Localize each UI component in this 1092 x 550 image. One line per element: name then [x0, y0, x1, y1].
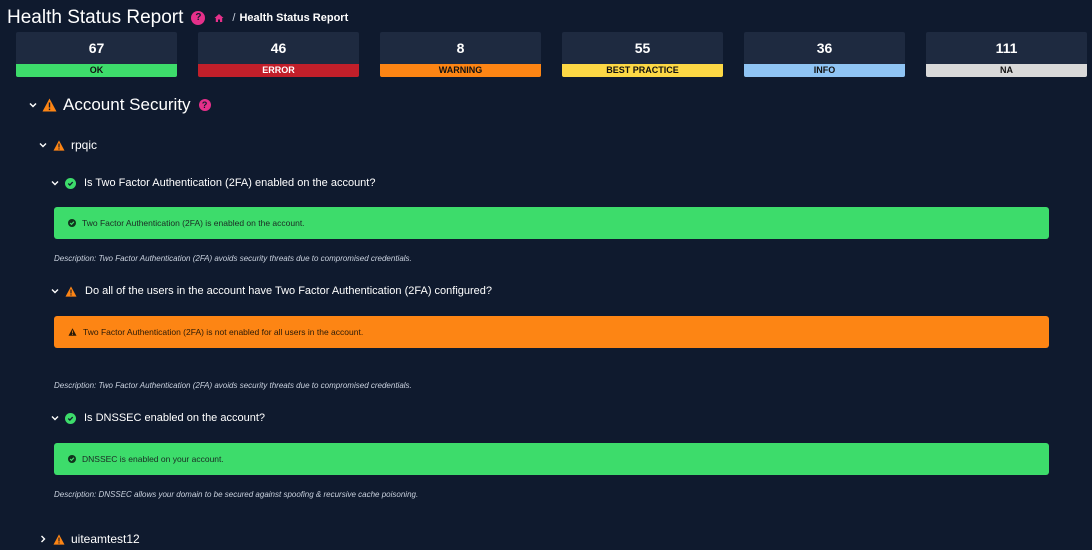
stat-label: NA	[926, 64, 1087, 77]
check-result-text: Two Factor Authentication (2FA) is enabl…	[82, 218, 305, 228]
account-name: uiteamtest12	[71, 532, 140, 546]
check-description: Description: Two Factor Authentication (…	[54, 381, 412, 390]
stat-label: INFO	[744, 64, 905, 77]
check-circle-icon	[68, 455, 76, 463]
stat-value: 67	[88, 40, 105, 56]
stat-value: 55	[634, 40, 651, 56]
check-result-ok: Two Factor Authentication (2FA) is enabl…	[54, 207, 1049, 239]
chevron-down-icon[interactable]	[50, 286, 60, 296]
check-item-users-2fa[interactable]: Do all of the users in the account have …	[50, 284, 492, 298]
warning-triangle-icon	[53, 139, 65, 151]
stat-value: 46	[270, 40, 287, 56]
stat-card-na[interactable]: 111 NA	[926, 32, 1087, 77]
check-item-dnssec[interactable]: Is DNSSEC enabled on the account?	[50, 411, 265, 425]
chevron-right-icon[interactable]	[38, 534, 48, 544]
check-circle-icon	[65, 177, 76, 189]
check-result-text: Two Factor Authentication (2FA) is not e…	[83, 327, 364, 337]
check-question: Do all of the users in the account have …	[85, 285, 493, 297]
warning-triangle-icon	[42, 98, 57, 112]
section-header-account-security[interactable]: Account Security ?	[28, 95, 211, 115]
stat-value: 111	[995, 40, 1018, 56]
chevron-down-icon[interactable]	[50, 413, 60, 423]
check-result-warning: Two Factor Authentication (2FA) is not e…	[54, 316, 1049, 348]
check-circle-icon	[65, 412, 76, 424]
stat-card-warning[interactable]: 8 WARNING	[380, 32, 541, 77]
check-result-ok: DNSSEC is enabled on your account.	[54, 443, 1049, 475]
status-summary: 67 OK 46 ERROR 8 WARNING 55 BEST PRACTIC…	[16, 32, 1087, 77]
stat-value: 36	[816, 40, 833, 56]
question-circle-icon[interactable]: ?	[198, 99, 211, 111]
page-header: Health Status Report ? / Health Status R…	[7, 6, 348, 30]
check-result-text: DNSSEC is enabled on your account.	[82, 454, 224, 464]
chevron-down-icon[interactable]	[28, 100, 38, 110]
section-title: Account Security	[63, 95, 191, 114]
warning-triangle-icon	[65, 285, 77, 297]
page: Health Status Report ? / Health Status R…	[0, 0, 1092, 550]
check-description: Description: Two Factor Authentication (…	[54, 254, 412, 263]
stat-label: OK	[16, 64, 177, 77]
stat-label: BEST PRACTICE	[562, 64, 723, 77]
check-question: Is DNSSEC enabled on the account?	[84, 412, 266, 424]
warning-triangle-icon	[53, 533, 65, 545]
stat-card-ok[interactable]: 67 OK	[16, 32, 177, 77]
account-item-uiteamtest12[interactable]: uiteamtest12	[38, 532, 140, 546]
warning-triangle-icon	[68, 328, 77, 336]
check-circle-icon	[68, 219, 76, 227]
stat-card-best-practice[interactable]: 55 BEST PRACTICE	[562, 32, 723, 77]
home-icon[interactable]	[214, 13, 224, 23]
question-circle-icon[interactable]: ?	[191, 11, 206, 25]
page-title: Health Status Report	[7, 7, 184, 28]
chevron-down-icon[interactable]	[38, 140, 48, 150]
stat-card-error[interactable]: 46 ERROR	[198, 32, 359, 77]
check-description: Description: DNSSEC allows your domain t…	[54, 490, 419, 499]
stat-value: 8	[456, 40, 465, 56]
account-name: rpqic	[71, 138, 98, 152]
stat-label: ERROR	[198, 64, 359, 77]
check-item-2fa-enabled[interactable]: Is Two Factor Authentication (2FA) enabl…	[50, 176, 375, 190]
stat-card-info[interactable]: 36 INFO	[744, 32, 905, 77]
breadcrumb-separator: /	[232, 12, 236, 24]
check-question: Is Two Factor Authentication (2FA) enabl…	[84, 177, 376, 189]
account-item-rpqic[interactable]: rpqic	[38, 138, 97, 152]
chevron-down-icon[interactable]	[50, 178, 60, 188]
breadcrumb-current: Health Status Report	[239, 12, 349, 24]
stat-label: WARNING	[380, 64, 541, 77]
